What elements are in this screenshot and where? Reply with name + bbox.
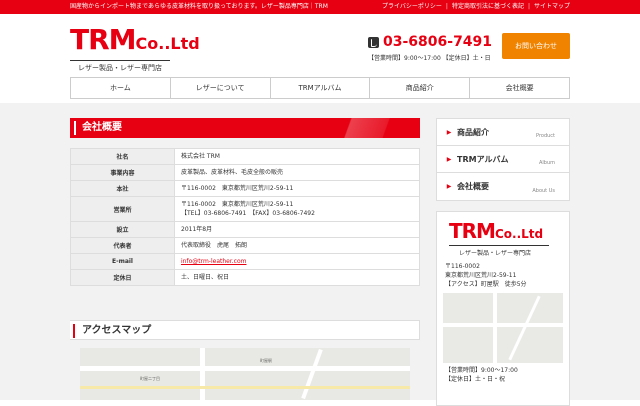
table-row: 定休日 土、日曜日、祝日 (70, 269, 420, 286)
chevron-right-icon: ▶ (446, 183, 452, 190)
table-row: 本社 〒116-0002 東京都荒川区荒川2-59-11 (70, 180, 420, 197)
nav-album[interactable]: TRMアルバム (269, 78, 370, 98)
email-link[interactable]: info@trm-leather.com (181, 257, 413, 266)
global-nav: ホーム レザーについて TRMアルバム 商品紹介 会社概要 (70, 77, 570, 99)
access-section: アクセスマップ (70, 320, 420, 340)
chevron-right-icon: ▶ (446, 128, 452, 136)
nav-company[interactable]: 会社概要 (469, 78, 570, 98)
company-info-table: 社名 株式会社 TRM 事業内容 皮革製品、皮革材料、毛皮全般の販売 本社 〒1… (70, 148, 420, 286)
commerce-law-link[interactable]: 特定商取引法に基づく表記 (452, 0, 524, 14)
main-content: 会社概要 社名 株式会社 TRM 事業内容 皮革製品、皮革材料、毛皮全般の販売 … (70, 118, 420, 286)
section-title-access: アクセスマップ (70, 320, 420, 340)
side-item-album[interactable]: ▶ TRMアルバム Album (437, 146, 569, 173)
site-logo[interactable]: TRMCo..Ltd レザー製品・レザー専門店 (70, 26, 200, 73)
sidebar: ▶ 商品紹介 Product ▶ TRMアルバム Album ▶ 会社概要 Ab… (436, 118, 570, 406)
table-row: 社名 株式会社 TRM (70, 148, 420, 165)
nav-products[interactable]: 商品紹介 (369, 78, 469, 98)
card-address: 〒116-0002 東京都荒川区荒川2-59-11 【アクセス】町屋駅 徒歩5分 (445, 263, 527, 288)
table-row: E-mail info@trm-leather.com (70, 253, 420, 270)
table-row: 代表者 代表取締役 虎尾 拓朗 (70, 237, 420, 254)
privacy-policy-link[interactable]: プライバシーポリシー (382, 0, 442, 14)
site-tagline: 国産物からインポート物まであらゆる皮革材料を取り扱っております。レザー製品専門店… (70, 3, 328, 10)
phone-icon (368, 36, 379, 48)
sitemap-link[interactable]: サイトマップ (534, 0, 570, 14)
phone-number[interactable]: 03-6806-7491 (383, 34, 492, 50)
company-card: TRMCo..Ltd レザー製品・レザー専門店 〒116-0002 東京都荒川区… (436, 211, 570, 406)
chevron-right-icon: ▶ (446, 155, 452, 163)
header: TRMCo..Ltd レザー製品・レザー専門店 03-6806-7491 【営業… (0, 14, 640, 72)
card-hours: 【営業時間】9:00〜17:00 【定休日】土・日・祝 (445, 367, 518, 383)
table-row: 事業内容 皮革製品、皮革材料、毛皮全般の販売 (70, 164, 420, 181)
map-label: 町屋二丁目 (140, 376, 160, 381)
top-bar: 国産物からインポート物まであらゆる皮革材料を取り扱っております。レザー製品専門店… (0, 0, 640, 14)
table-row: 設立 2011年8月 (70, 221, 420, 238)
side-item-about[interactable]: ▶ 会社概要 About Us (437, 173, 569, 200)
side-map[interactable] (443, 293, 563, 363)
section-title-company: 会社概要 (70, 118, 420, 138)
access-map[interactable]: 町屋駅 町屋二丁目 (80, 348, 410, 400)
map-label: 町屋駅 (260, 358, 272, 363)
nav-about-leather[interactable]: レザーについて (169, 78, 270, 98)
side-menu: ▶ 商品紹介 Product ▶ TRMアルバム Album ▶ 会社概要 Ab… (436, 118, 570, 201)
card-logo: TRMCo..Ltd レザー製品・レザー専門店 (449, 220, 557, 257)
phone-block: 03-6806-7491 【営業時間】9:00〜17:00 【定休日】土・日 (368, 34, 492, 62)
contact-button[interactable]: お問い合わせ (502, 33, 570, 59)
business-hours: 【営業時間】9:00〜17:00 【定休日】土・日 (368, 55, 491, 62)
table-row: 営業所 〒116-0002 東京都荒川区荒川2-59-11 【TEL】03-680… (70, 196, 420, 222)
logo-subtitle: レザー製品・レザー専門店 (70, 60, 170, 73)
top-links: プライバシーポリシー | 特定商取引法に基づく表記 | サイトマップ (382, 0, 570, 14)
side-item-products[interactable]: ▶ 商品紹介 Product (437, 119, 569, 146)
nav-home[interactable]: ホーム (70, 78, 170, 98)
